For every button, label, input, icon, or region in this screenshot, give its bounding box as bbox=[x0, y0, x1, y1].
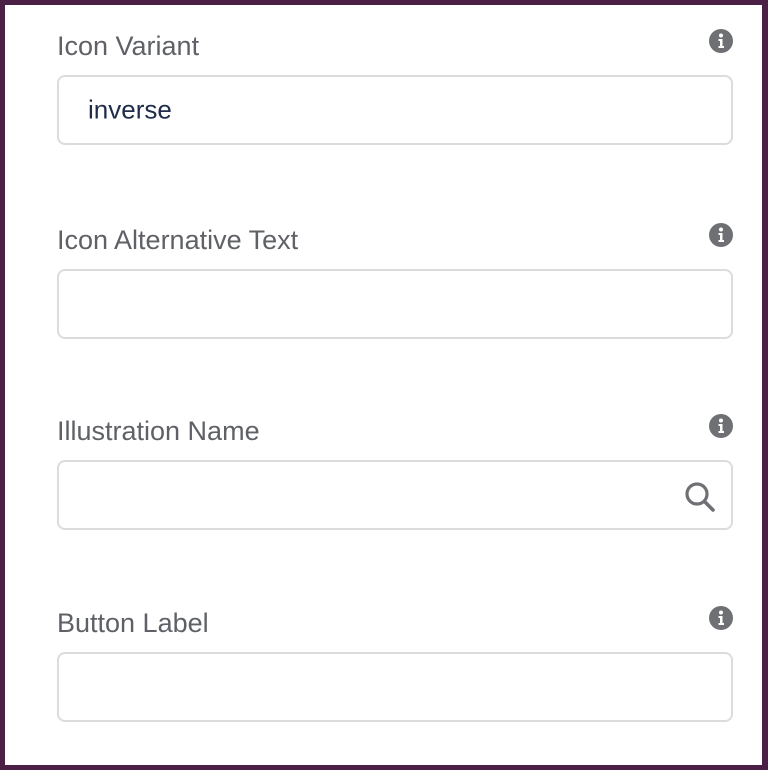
properties-panel: Icon Variant inverse Icon Alternative Te… bbox=[0, 0, 768, 770]
icon-alternative-text-label: Icon Alternative Text bbox=[57, 225, 299, 255]
button-label-input[interactable] bbox=[57, 652, 733, 722]
button-label-label: Button Label bbox=[57, 608, 209, 638]
info-icon[interactable] bbox=[708, 222, 734, 248]
search-icon[interactable] bbox=[683, 480, 717, 514]
info-icon[interactable] bbox=[708, 28, 734, 54]
icon-alternative-text-input[interactable] bbox=[57, 269, 733, 339]
icon-variant-label: Icon Variant bbox=[57, 31, 200, 61]
info-icon[interactable] bbox=[708, 605, 734, 631]
icon-variant-input[interactable]: inverse bbox=[57, 75, 733, 145]
illustration-name-label: Illustration Name bbox=[57, 416, 260, 446]
icon-variant-value: inverse bbox=[88, 94, 172, 125]
illustration-name-input[interactable] bbox=[57, 460, 733, 530]
info-icon[interactable] bbox=[708, 413, 734, 439]
